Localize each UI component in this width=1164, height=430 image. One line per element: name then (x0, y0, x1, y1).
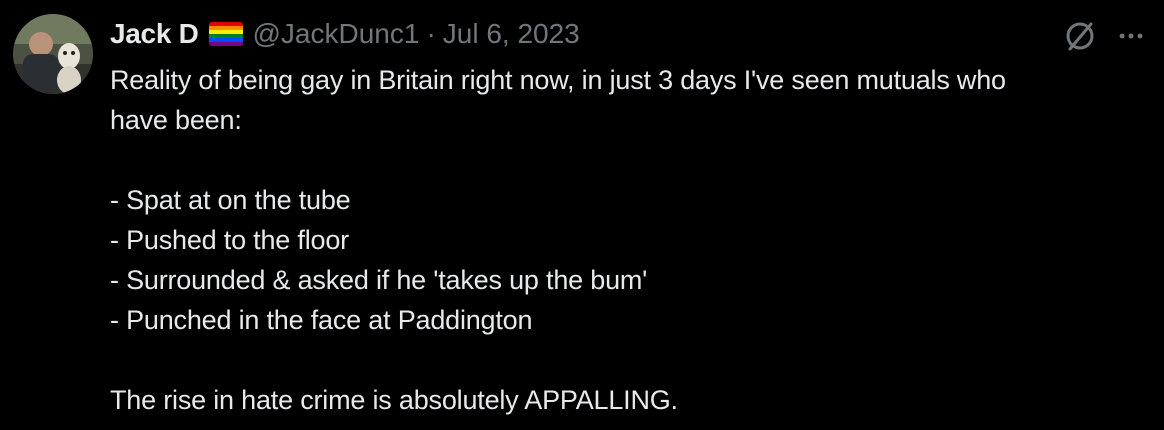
display-name[interactable]: Jack D (110, 18, 199, 50)
tweet-text-line: Reality of being gay in Britain right no… (110, 65, 1006, 95)
tweet-actions (1062, 18, 1146, 54)
more-dots-icon[interactable] (1116, 21, 1146, 51)
tweet-text: Reality of being gay in Britain right no… (110, 60, 1150, 420)
user-handle[interactable]: @JackDunc1 (253, 18, 420, 50)
tweet-card[interactable]: Jack D @JackDunc1 · Jul 6, 2023 Reality … (0, 0, 1164, 430)
list-item: - Surrounded & asked if he 'takes up the… (110, 265, 648, 295)
tweet-header: Jack D @JackDunc1 · Jul 6, 2023 (110, 14, 580, 54)
slashed-circle-icon[interactable] (1062, 18, 1098, 54)
list-item: - Spat at on the tube (110, 185, 351, 215)
avatar[interactable] (13, 14, 93, 94)
list-item: - Pushed to the floor (110, 225, 349, 255)
list-item: - Punched in the face at Paddington (110, 305, 533, 335)
tweet-text-line: The rise in hate crime is absolutely APP… (110, 385, 678, 415)
tweet-text-line: have been: (110, 105, 242, 135)
rainbow-flag-icon (208, 22, 243, 46)
tweet-date[interactable]: Jul 6, 2023 (443, 18, 580, 50)
separator-dot: · (426, 18, 436, 49)
